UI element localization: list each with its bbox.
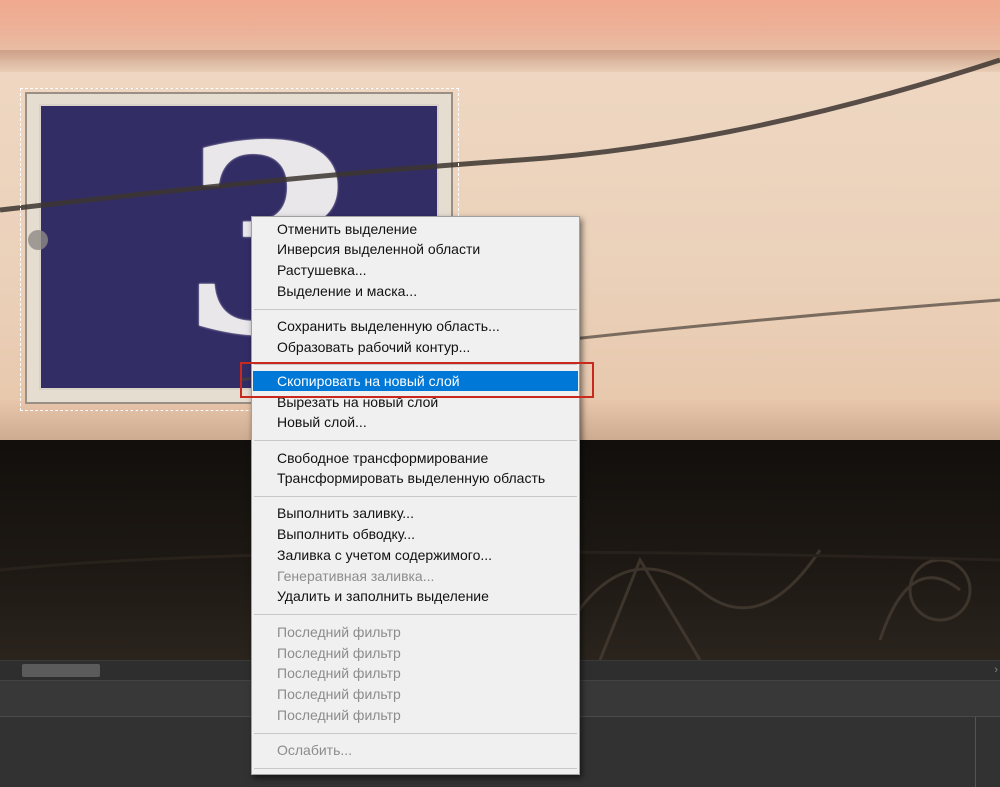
- menu-item-last-filter: Последний фильтр: [277, 665, 401, 681]
- menu-item-generative-fill: Генеративная заливка...: [277, 568, 435, 584]
- menu-item-delete-and-fill[interactable]: Удалить и заполнить выделение: [253, 586, 578, 606]
- context-menu: Отменить выделение Инверсия выделенной о…: [251, 216, 580, 775]
- menu-item-inverse[interactable]: Инверсия выделенной области: [253, 239, 578, 259]
- menu-item-new-layer[interactable]: Новый слой...: [253, 412, 578, 432]
- menu-item-last-filter: Последний фильтр: [277, 707, 401, 723]
- scrollbar-thumb[interactable]: [22, 664, 100, 677]
- roof-edge: [0, 50, 1000, 72]
- menu-item-last-filter: Последний фильтр: [277, 645, 401, 661]
- menu-item-make-work-path[interactable]: Образовать рабочий контур...: [253, 337, 578, 357]
- menu-separator: [254, 768, 577, 769]
- menu-item-transform-selection[interactable]: Трансформировать выделенную область: [253, 468, 578, 488]
- menu-item-select-and-mask[interactable]: Выделение и маска...: [253, 281, 578, 301]
- callout-highlight-box: [240, 362, 594, 398]
- menu-item-fade: Ослабить...: [277, 742, 353, 758]
- menu-separator: [254, 440, 577, 441]
- menu-item-last-filter: Последний фильтр: [277, 624, 401, 640]
- menu-separator: [254, 496, 577, 497]
- menu-item-save-selection[interactable]: Сохранить выделенную область...: [253, 316, 578, 336]
- menu-separator: [254, 733, 577, 734]
- menu-item-free-transform[interactable]: Свободное трансформирование: [253, 448, 578, 468]
- menu-item-stroke[interactable]: Выполнить обводку...: [253, 524, 578, 544]
- menu-item-content-aware-fill[interactable]: Заливка с учетом содержимого...: [253, 545, 578, 565]
- menu-item-deselect[interactable]: Отменить выделение: [253, 219, 578, 239]
- menu-separator: [254, 614, 577, 615]
- menu-separator: [254, 309, 577, 310]
- scroll-right-icon[interactable]: ›: [994, 664, 998, 676]
- menu-item-last-filter: Последний фильтр: [277, 686, 401, 702]
- menu-item-fill[interactable]: Выполнить заливку...: [253, 503, 578, 523]
- menu-item-feather[interactable]: Растушевка...: [253, 260, 578, 280]
- panel-divider: [975, 717, 976, 787]
